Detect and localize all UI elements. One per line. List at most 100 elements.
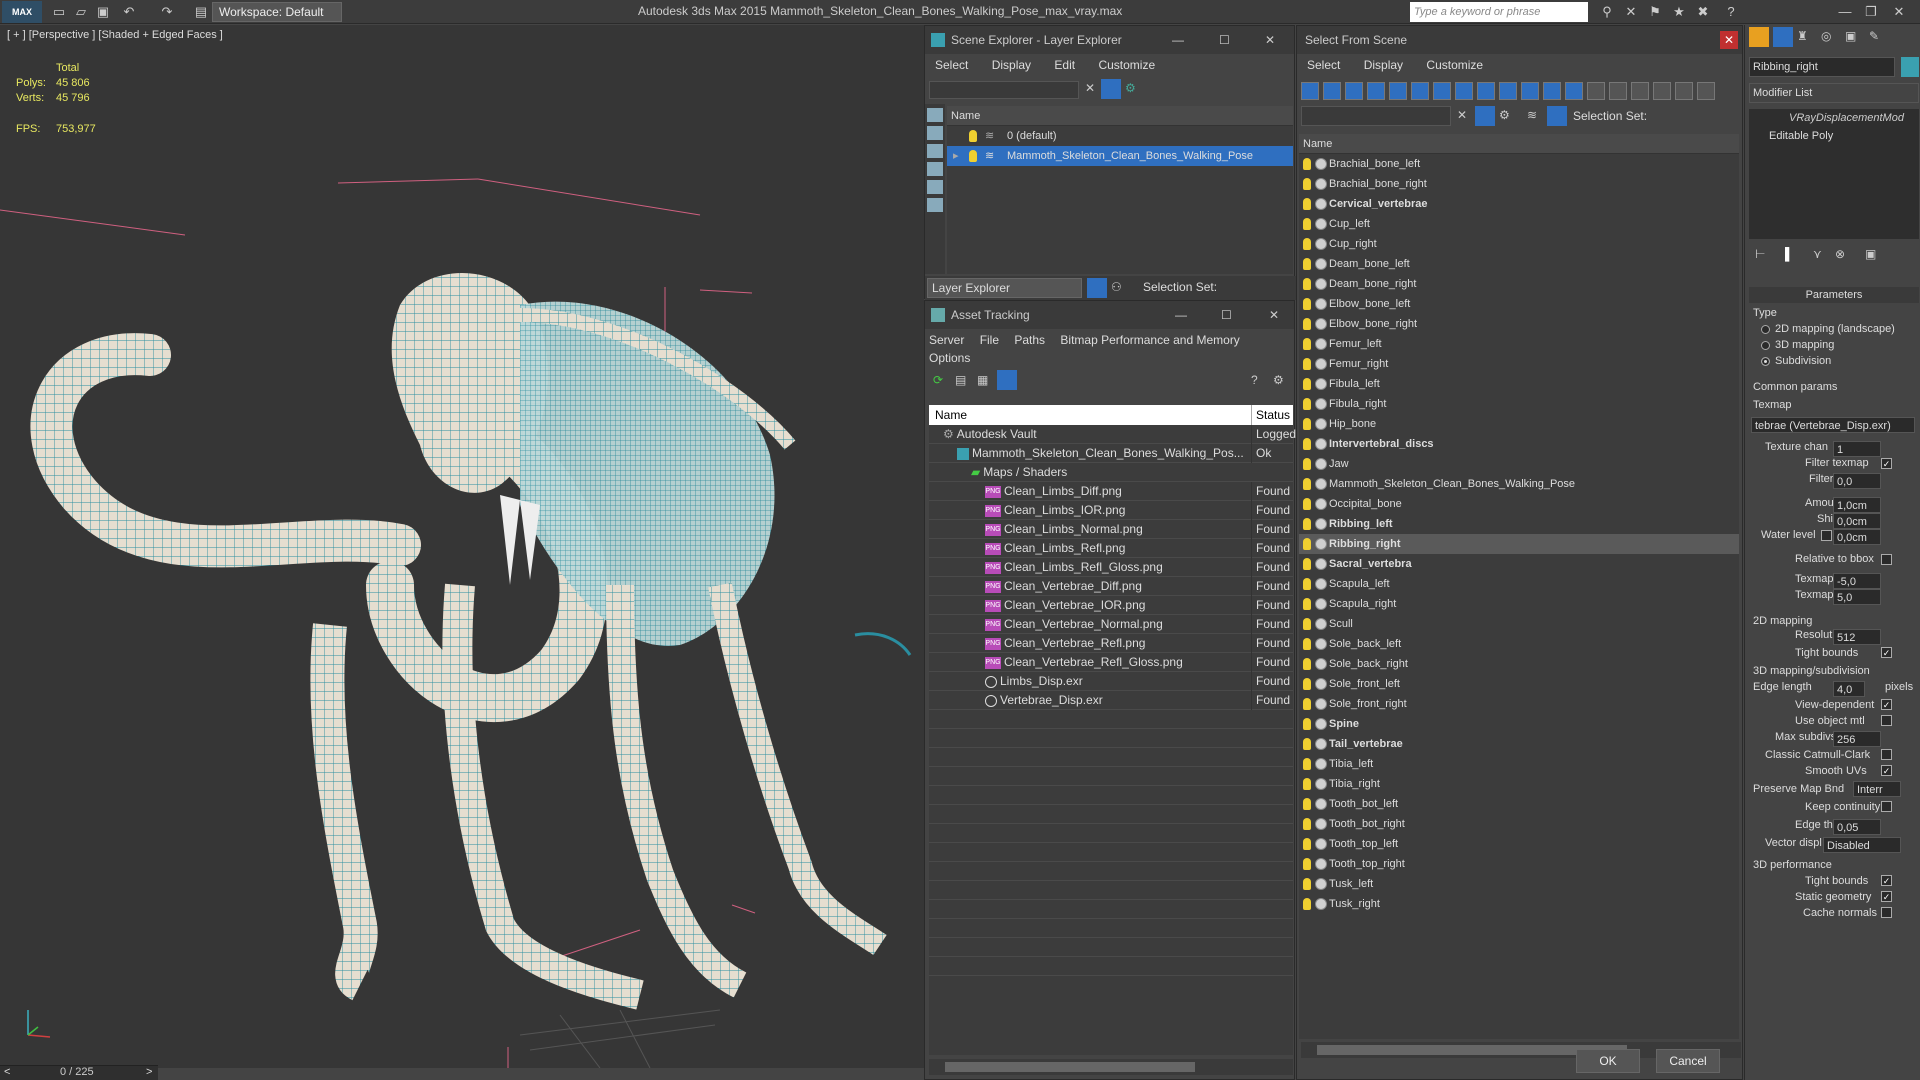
texmap-max-spinner[interactable]: 5,0	[1833, 589, 1881, 605]
app-logo[interactable]: MAX	[2, 1, 42, 23]
refresh-icon[interactable]: ⟳	[933, 373, 943, 387]
ok-button[interactable]: OK	[1576, 1049, 1640, 1073]
select-all-icon[interactable]	[1587, 82, 1605, 100]
texture-chan-spinner[interactable]: 1	[1833, 441, 1881, 457]
bulb-icon[interactable]	[969, 150, 977, 162]
scene-search-input[interactable]	[1301, 106, 1451, 126]
scene-object-row[interactable]: Ribbing_left	[1299, 514, 1739, 534]
scene-object-row[interactable]: Sacral_vertebra	[1299, 554, 1739, 574]
keep-continuity-checkbox[interactable]	[1881, 801, 1892, 812]
minimize-icon[interactable]: —	[1172, 26, 1184, 54]
show-end-result-icon[interactable]: ▌	[1785, 247, 1794, 261]
cancel-button[interactable]: Cancel	[1656, 1049, 1720, 1073]
scene-object-row[interactable]: Cup_left	[1299, 214, 1739, 234]
close-icon[interactable]: ✕	[1269, 301, 1279, 329]
display-all-icon[interactable]	[1565, 82, 1583, 100]
bulb-icon[interactable]	[1303, 278, 1311, 290]
layers-icon[interactable]: ≋	[1527, 108, 1537, 122]
filter-icon[interactable]	[1101, 79, 1121, 99]
close-icon[interactable]: ✕	[1888, 2, 1910, 22]
stack-item[interactable]: Editable Poly	[1749, 127, 1919, 145]
clear-search-icon[interactable]: ✕	[1085, 81, 1095, 95]
col-status[interactable]: Status	[1251, 405, 1290, 425]
display-bones-icon[interactable]	[1477, 82, 1495, 100]
scene-object-row[interactable]: Occipital_bone	[1299, 494, 1739, 514]
layer-mode-icon[interactable]	[1087, 278, 1107, 298]
scene-object-row[interactable]: Tooth_top_right	[1299, 854, 1739, 874]
menu-options[interactable]: Options	[929, 351, 970, 365]
display-geometry-icon[interactable]	[1301, 82, 1319, 100]
pin-stack-icon[interactable]: ⊢	[1755, 247, 1765, 261]
smooth-uvs-checkbox[interactable]: ✓	[1881, 765, 1892, 776]
asset-row[interactable]: PNG Clean_Vertebrae_Diff.png Found	[929, 577, 1293, 596]
object-name-field[interactable]: Ribbing_right	[1749, 57, 1895, 77]
bulb-icon[interactable]	[1303, 318, 1311, 330]
menu-display[interactable]: Display	[1364, 58, 1403, 72]
type-radio[interactable]	[1761, 325, 1770, 334]
modify-tab-icon[interactable]	[1773, 27, 1793, 47]
bulb-icon[interactable]	[1303, 198, 1311, 210]
menu-edit[interactable]: Edit	[1054, 58, 1075, 72]
bulb-icon[interactable]	[969, 130, 977, 142]
menu-display[interactable]: Display	[992, 58, 1031, 72]
scene-object-row[interactable]: Scapula_left	[1299, 574, 1739, 594]
save-icon[interactable]: ▣	[94, 3, 112, 21]
create-tab-icon[interactable]	[1749, 27, 1769, 47]
bulb-icon[interactable]	[1303, 418, 1311, 430]
relative-bbox-checkbox[interactable]	[1881, 554, 1892, 565]
asset-row[interactable]: Mammoth_Skeleton_Clean_Bones_Walking_Pos…	[929, 444, 1293, 463]
layer-row[interactable]: ≋ 0 (default)	[947, 126, 1293, 146]
bulb-icon[interactable]	[1303, 858, 1311, 870]
tight-bounds-3d-checkbox[interactable]: ✓	[1881, 875, 1892, 886]
bulb-icon[interactable]	[1303, 498, 1311, 510]
bulb-icon[interactable]	[1303, 698, 1311, 710]
hierarchy-tab-icon[interactable]: ♜	[1797, 29, 1808, 43]
layer-search-input[interactable]	[929, 81, 1079, 99]
scene-column-header[interactable]: Name	[1299, 134, 1739, 154]
menu-customize[interactable]: Customize	[1098, 58, 1155, 72]
texmap-button[interactable]: tebrae (Vertebrae_Disp.exr)	[1751, 417, 1915, 433]
asset-hscrollbar[interactable]	[929, 1059, 1293, 1075]
scene-object-row[interactable]: Tooth_bot_left	[1299, 794, 1739, 814]
bulb-icon[interactable]	[1303, 678, 1311, 690]
menu-bitmap-performance[interactable]: Bitmap Performance and Memory	[1060, 333, 1239, 347]
bulb-icon[interactable]	[1303, 778, 1311, 790]
scene-object-row[interactable]: Deam_bone_right	[1299, 274, 1739, 294]
scene-object-row[interactable]: Femur_left	[1299, 334, 1739, 354]
bulb-icon[interactable]	[1303, 438, 1311, 450]
scene-object-row[interactable]: Cup_right	[1299, 234, 1739, 254]
menu-select[interactable]: Select	[1307, 58, 1340, 72]
edge-thresh-spinner[interactable]: 0,05	[1833, 819, 1881, 835]
explorer-type-dropdown[interactable]: Layer Explorer	[927, 278, 1082, 298]
edge-length-spinner[interactable]: 4,0	[1833, 681, 1865, 697]
asset-row[interactable]: Vertebrae_Disp.exr Found	[929, 691, 1293, 710]
minimize-icon[interactable]: —	[1175, 301, 1187, 329]
asset-row[interactable]: PNG Clean_Limbs_Normal.png Found	[929, 520, 1293, 539]
menu-server[interactable]: Server	[929, 333, 964, 347]
type-group-label[interactable]: Type	[1753, 307, 1777, 319]
make-unique-icon[interactable]: ⋎	[1813, 247, 1822, 261]
scene-object-row[interactable]: Fibula_left	[1299, 374, 1739, 394]
layer-explorer-titlebar[interactable]: Scene Explorer - Layer Explorer — ☐ ✕	[925, 26, 1294, 54]
filter-icon[interactable]	[1475, 106, 1495, 126]
texmap-min-spinner[interactable]: -5,0	[1833, 573, 1881, 589]
vector-displ-dropdown[interactable]: Disabled	[1823, 837, 1901, 853]
stack-item[interactable]: VRayDisplacementMod	[1749, 109, 1919, 127]
type-radio[interactable]	[1761, 341, 1770, 350]
scene-object-row[interactable]: Brachial_bone_right	[1299, 174, 1739, 194]
scene-object-row[interactable]: Sole_front_left	[1299, 674, 1739, 694]
bulb-icon[interactable]	[1303, 758, 1311, 770]
water-level-checkbox[interactable]	[1821, 530, 1832, 541]
table-view-icon[interactable]	[997, 370, 1017, 390]
thumbnail-view-icon[interactable]: ▦	[977, 373, 988, 387]
help-icon[interactable]: ?	[1720, 2, 1742, 22]
display-helpers-icon[interactable]	[1389, 82, 1407, 100]
bulb-icon[interactable]	[1303, 358, 1311, 370]
scene-object-row[interactable]: Intervertebral_discs	[1299, 434, 1739, 454]
sort-icon[interactable]	[1675, 82, 1693, 100]
cache-normals-checkbox[interactable]	[1881, 907, 1892, 918]
select-from-scene-titlebar[interactable]: Select From Scene ✕	[1297, 26, 1742, 54]
filter-settings-icon[interactable]: ⚙	[1499, 108, 1510, 122]
asset-row[interactable]: PNG Clean_Vertebrae_Normal.png Found	[929, 615, 1293, 634]
scene-object-row[interactable]: Brachial_bone_left	[1299, 154, 1739, 174]
